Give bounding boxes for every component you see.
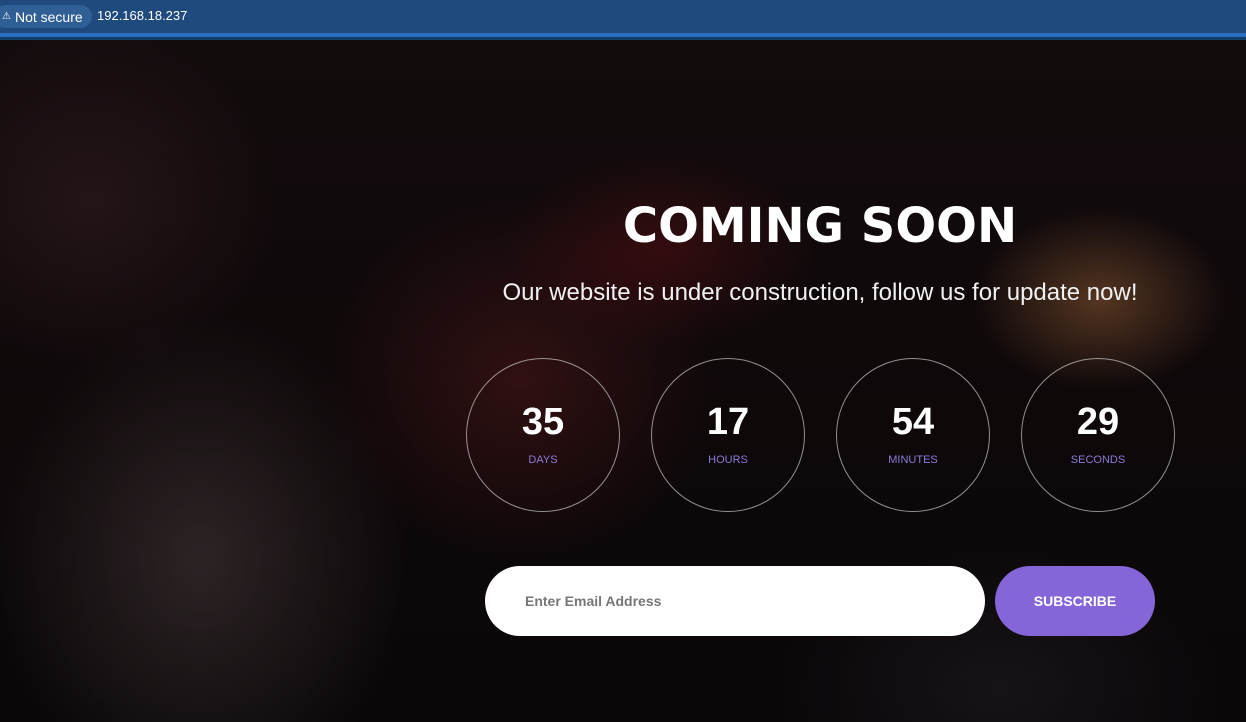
countdown-days-value: 35 [521,401,565,443]
countdown-minutes-value: 54 [891,401,935,443]
countdown-days: 35 DAYS [466,358,620,512]
countdown-minutes: 54 MINUTES [836,358,990,512]
security-indicator[interactable]: ⚠ Not secure [0,5,92,28]
url-field[interactable]: 192.168.18.237 [97,8,187,23]
security-label: Not secure [14,8,83,25]
countdown-days-label: DAYS [528,454,558,466]
countdown-hours: 17 HOURS [651,358,805,512]
countdown-hours-label: HOURS [708,454,748,466]
subscribe-button[interactable]: SUBSCRIBE [995,566,1155,636]
countdown-seconds-label: SECONDS [1070,454,1126,466]
email-input[interactable] [485,566,985,636]
countdown-minutes-label: MINUTES [888,454,938,466]
countdown-seconds-value: 29 [1076,401,1120,443]
warning-icon: ⚠ [2,10,11,22]
page-subtitle: Our website is under construction, follo… [502,279,1138,306]
page-title: COMING SOON [622,198,1018,254]
countdown-hours-value: 17 [706,401,750,443]
browser-address-bar: ⚠ Not secure 192.168.18.237 [0,0,1246,33]
countdown-seconds: 29 SECONDS [1021,358,1175,512]
